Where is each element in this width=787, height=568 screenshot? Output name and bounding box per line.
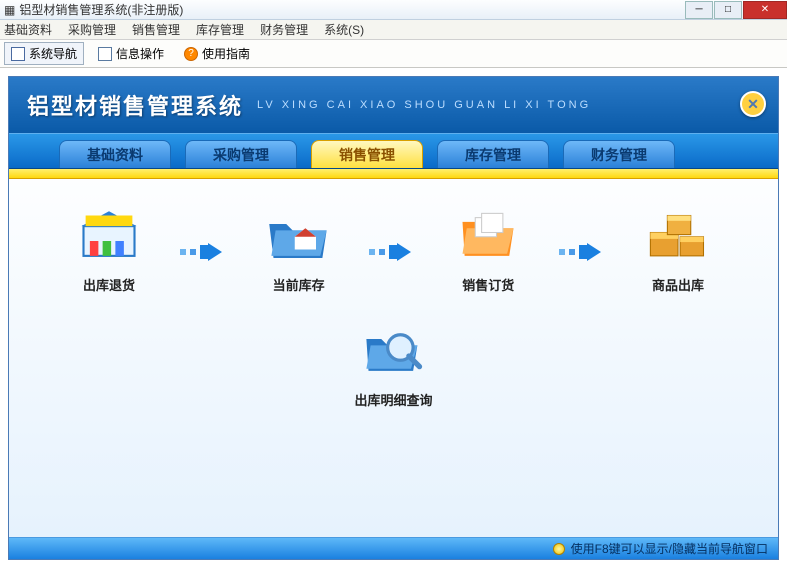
workspace: 出库退货 当前库存 销售订货 bbox=[9, 179, 778, 537]
store-icon bbox=[75, 209, 143, 263]
tool-guide[interactable]: ? 使用指南 bbox=[178, 43, 256, 64]
tab-basic[interactable]: 基础资料 bbox=[59, 140, 171, 168]
arrow-icon bbox=[180, 242, 228, 262]
window-title: 铝型材销售管理系统(非注册版) bbox=[19, 1, 183, 18]
folder-house-icon bbox=[265, 209, 333, 263]
arrow-icon bbox=[369, 242, 417, 262]
menu-bar: 基础资料 采购管理 销售管理 库存管理 财务管理 系统(S) bbox=[0, 20, 787, 40]
accent-bar bbox=[9, 169, 778, 179]
menu-system[interactable]: 系统(S) bbox=[324, 21, 364, 38]
status-bar: 使用F8键可以显示/隐藏当前导航窗口 bbox=[9, 537, 778, 559]
folder-docs-icon bbox=[454, 209, 522, 263]
panel-subtitle: LV XING CAI XIAO SHOU GUAN LI XI TONG bbox=[257, 99, 591, 111]
window-titlebar: ▦ 铝型材销售管理系统(非注册版) ─ □ ✕ bbox=[0, 0, 787, 20]
tool-nav-label: 系统导航 bbox=[29, 45, 77, 62]
nav-icon bbox=[11, 47, 25, 61]
item-return[interactable]: 出库退货 bbox=[49, 209, 169, 294]
main-panel: 铝型材销售管理系统 LV XING CAI XIAO SHOU GUAN LI … bbox=[8, 76, 779, 560]
tool-info-label: 信息操作 bbox=[116, 45, 164, 62]
arrow-icon bbox=[559, 242, 607, 262]
toolbar: 系统导航 信息操作 ? 使用指南 bbox=[0, 40, 787, 68]
panel-header: 铝型材销售管理系统 LV XING CAI XIAO SHOU GUAN LI … bbox=[9, 77, 778, 133]
tool-nav[interactable]: 系统导航 bbox=[4, 42, 84, 65]
panel-close-button[interactable]: ✕ bbox=[740, 91, 766, 117]
info-icon bbox=[98, 47, 112, 61]
close-button[interactable]: ✕ bbox=[743, 1, 787, 19]
tab-sales[interactable]: 销售管理 bbox=[311, 140, 423, 168]
tab-finance[interactable]: 财务管理 bbox=[563, 140, 675, 168]
tab-bar: 基础资料 采购管理 销售管理 库存管理 财务管理 bbox=[9, 133, 778, 169]
menu-stock[interactable]: 库存管理 bbox=[196, 21, 244, 38]
item-order-label: 销售订货 bbox=[462, 275, 514, 294]
tab-purchase[interactable]: 采购管理 bbox=[185, 140, 297, 168]
item-current[interactable]: 当前库存 bbox=[239, 209, 359, 294]
item-current-label: 当前库存 bbox=[273, 275, 325, 294]
folder-search-icon bbox=[360, 324, 428, 378]
status-hint: 使用F8键可以显示/隐藏当前导航窗口 bbox=[571, 540, 768, 557]
item-query[interactable]: 出库明细查询 bbox=[334, 324, 454, 409]
menu-sales[interactable]: 销售管理 bbox=[132, 21, 180, 38]
panel-title: 铝型材销售管理系统 bbox=[27, 89, 243, 121]
menu-purchase[interactable]: 采购管理 bbox=[68, 21, 116, 38]
help-icon: ? bbox=[184, 47, 198, 61]
item-order[interactable]: 销售订货 bbox=[428, 209, 548, 294]
menu-finance[interactable]: 财务管理 bbox=[260, 21, 308, 38]
flow-row: 出库退货 当前库存 销售订货 bbox=[49, 209, 738, 294]
minimize-button[interactable]: ─ bbox=[685, 1, 713, 19]
bulb-icon bbox=[553, 543, 565, 555]
menu-basic[interactable]: 基础资料 bbox=[4, 21, 52, 38]
item-query-label: 出库明细查询 bbox=[354, 390, 432, 409]
tool-info[interactable]: 信息操作 bbox=[92, 43, 170, 64]
tool-guide-label: 使用指南 bbox=[202, 45, 250, 62]
item-out[interactable]: 商品出库 bbox=[618, 209, 738, 294]
item-out-label: 商品出库 bbox=[652, 275, 704, 294]
item-return-label: 出库退货 bbox=[83, 275, 135, 294]
maximize-button[interactable]: □ bbox=[714, 1, 742, 19]
tab-stock[interactable]: 库存管理 bbox=[437, 140, 549, 168]
boxes-icon bbox=[644, 209, 712, 263]
app-icon: ▦ bbox=[4, 3, 15, 17]
